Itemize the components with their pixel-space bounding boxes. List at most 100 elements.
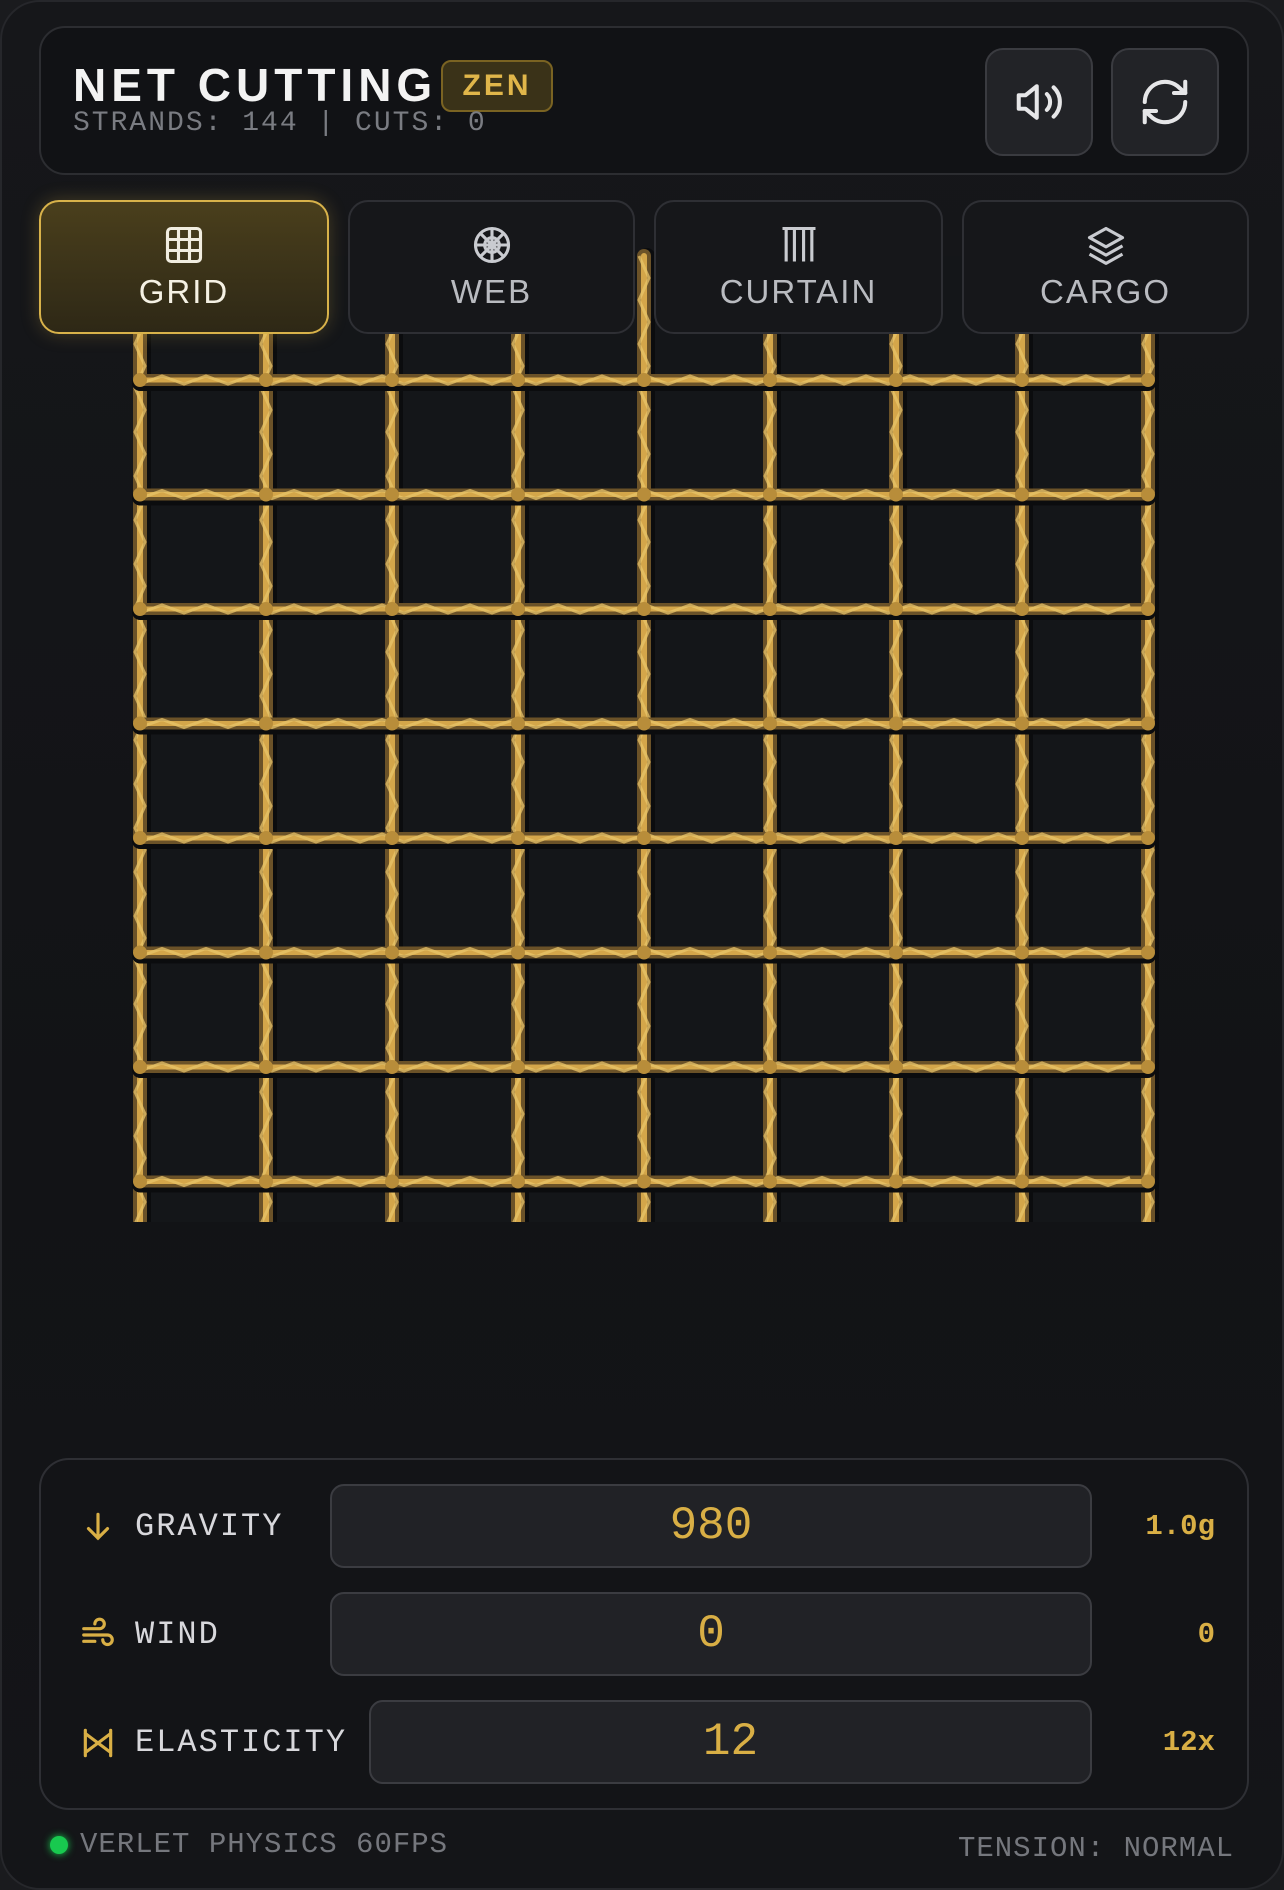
tab-grid[interactable]: GRID [39, 200, 329, 334]
net-knot[interactable] [1015, 945, 1029, 960]
net-knot[interactable] [385, 716, 399, 731]
net-knot[interactable] [889, 945, 903, 960]
net-knot[interactable] [259, 487, 273, 502]
game-window: NET CUTTING ZEN STRANDS: 144 | CUTS: 0 G… [0, 0, 1284, 1890]
net-knot[interactable] [637, 487, 651, 502]
net-knot[interactable] [511, 1060, 525, 1074]
physics-controls: GRAVITY 980 1.0g WIND 0 0 ELASTICITY 12 … [39, 1458, 1249, 1810]
tab-web[interactable]: WEB [348, 200, 635, 334]
grid-icon [165, 226, 203, 264]
tab-cargo[interactable]: CARGO [962, 200, 1249, 334]
net-knot[interactable] [133, 1060, 147, 1074]
net-knot[interactable] [1141, 1060, 1155, 1074]
net-knot[interactable] [889, 1060, 903, 1074]
net-knot[interactable] [889, 602, 903, 616]
net-knot[interactable] [637, 602, 651, 616]
mode-badge: ZEN [441, 60, 553, 112]
net-knot[interactable] [133, 602, 147, 616]
net-knot[interactable] [133, 945, 147, 960]
net-knot[interactable] [1015, 373, 1029, 387]
net-knot[interactable] [133, 373, 147, 387]
wind-icon [82, 1617, 114, 1647]
physics-status: VERLET PHYSICS 60FPS [80, 1828, 449, 1861]
tab-cargo-label: CARGO [1039, 273, 1171, 310]
tab-curtain-label: CURTAIN [719, 273, 878, 310]
net-knot[interactable] [889, 373, 903, 387]
net-knot[interactable] [637, 373, 651, 387]
refresh-icon [1142, 79, 1188, 125]
net-knot[interactable] [511, 373, 525, 387]
net-knot[interactable] [259, 945, 273, 960]
elasticity-input[interactable]: 12 [369, 1700, 1092, 1784]
net-knot[interactable] [259, 1174, 273, 1189]
net-knot[interactable] [763, 602, 777, 616]
net-knot[interactable] [511, 831, 525, 845]
net-knot[interactable] [763, 831, 777, 845]
net-knot[interactable] [763, 1060, 777, 1074]
net-knot[interactable] [1015, 602, 1029, 616]
net-knot[interactable] [889, 487, 903, 502]
net-knot[interactable] [637, 945, 651, 960]
net-knot[interactable] [1141, 373, 1155, 387]
net-knot[interactable] [637, 1060, 651, 1074]
wind-input[interactable]: 0 [330, 1592, 1092, 1676]
net-knot[interactable] [385, 945, 399, 960]
net-knot[interactable] [511, 487, 525, 502]
net-knot[interactable] [1141, 716, 1155, 731]
net-knot[interactable] [637, 1174, 651, 1189]
net-knot[interactable] [511, 602, 525, 616]
net-knot[interactable] [133, 831, 147, 845]
net-knot[interactable] [637, 716, 651, 731]
net-knot[interactable] [763, 1174, 777, 1189]
net-knot[interactable] [763, 373, 777, 387]
tab-web-label: WEB [450, 273, 533, 310]
net-knot[interactable] [385, 1174, 399, 1189]
net-knot[interactable] [1015, 487, 1029, 502]
wind-readout: 0 [1197, 1618, 1215, 1651]
tab-curtain[interactable]: CURTAIN [654, 200, 943, 334]
net-knot[interactable] [511, 1174, 525, 1189]
net-knot[interactable] [385, 602, 399, 616]
net-knot[interactable] [133, 716, 147, 731]
net-knot[interactable] [1141, 945, 1155, 960]
net-knot[interactable] [763, 716, 777, 731]
net-knot[interactable] [385, 373, 399, 387]
net-knot[interactable] [259, 716, 273, 731]
sound-button[interactable] [985, 48, 1093, 156]
net-knot[interactable] [259, 373, 273, 387]
tension-status: TENSION: NORMAL [957, 1832, 1234, 1865]
gravity-input[interactable]: 980 [330, 1484, 1092, 1568]
net-knot[interactable] [1015, 1174, 1029, 1189]
net-knot[interactable] [385, 831, 399, 845]
stats-readout: STRANDS: 144 | CUTS: 0 [73, 108, 487, 139]
net-knot[interactable] [1015, 1060, 1029, 1074]
net-knot[interactable] [1015, 716, 1029, 731]
net-knot[interactable] [511, 945, 525, 960]
wind-row: WIND 0 0 [41, 1592, 1251, 1678]
layers-icon [1087, 226, 1124, 265]
net-knot[interactable] [259, 831, 273, 845]
net-knot[interactable] [385, 1060, 399, 1074]
net-knot[interactable] [1141, 487, 1155, 502]
net-knot[interactable] [259, 602, 273, 616]
net-knot[interactable] [1141, 602, 1155, 616]
net-knot[interactable] [889, 1174, 903, 1189]
arrow-down-icon [86, 1512, 110, 1541]
game-title: NET CUTTING [73, 59, 438, 111]
net-knot[interactable] [889, 716, 903, 731]
net-knot[interactable] [1141, 1174, 1155, 1189]
net-knot[interactable] [637, 831, 651, 845]
net-knot[interactable] [385, 487, 399, 502]
net-knot[interactable] [259, 1060, 273, 1074]
net-knot[interactable] [889, 831, 903, 845]
net-knot[interactable] [133, 487, 147, 502]
net-knot[interactable] [1015, 831, 1029, 845]
net-knot[interactable] [133, 1174, 147, 1189]
net-knot[interactable] [1141, 831, 1155, 845]
net-knot[interactable] [763, 487, 777, 502]
reset-button[interactable] [1111, 48, 1219, 156]
net-knot[interactable] [511, 716, 525, 731]
gravity-label: GRAVITY [135, 1508, 284, 1545]
net-canvas[interactable] [2, 242, 1284, 1222]
net-knot[interactable] [763, 945, 777, 960]
